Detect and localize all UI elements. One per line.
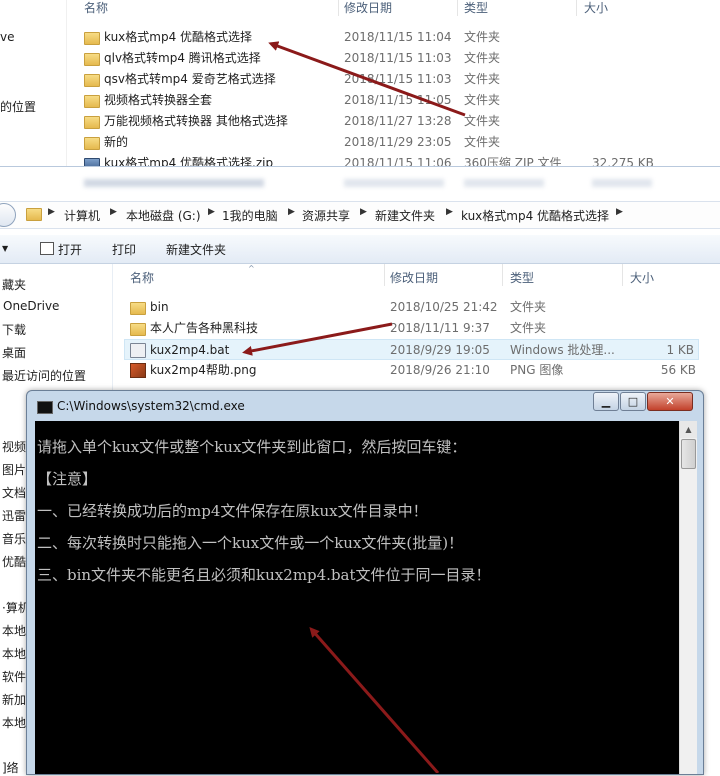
arrow-to-console	[309, 626, 440, 773]
arrow-to-bat-file	[242, 322, 393, 356]
annotation-arrows	[242, 41, 466, 773]
arrow-to-kux-folder	[268, 41, 466, 117]
